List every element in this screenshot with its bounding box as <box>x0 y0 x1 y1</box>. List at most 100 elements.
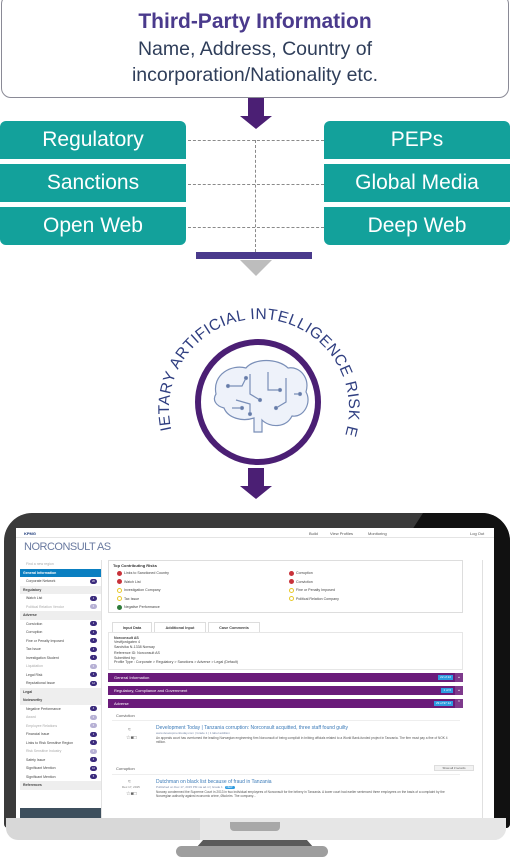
sidebar-item[interactable]: General Information <box>20 568 101 577</box>
gray-arrow-icon <box>240 260 272 276</box>
risk-level-yellow-icon <box>117 587 122 593</box>
info-box-subtitle: Name, Address, Country of incorporation/… <box>2 36 508 88</box>
risk-level-red-icon <box>117 570 122 576</box>
sidebar-item[interactable]: Find a new region <box>20 560 101 569</box>
sidebar-item[interactable]: Reputational Issue 12 <box>20 679 101 688</box>
sidebar-item[interactable]: Watch List 1 <box>20 594 101 603</box>
sidebar-item[interactable]: Legal Risk 1 <box>20 671 101 680</box>
chevron-down-icon[interactable]: ⌄ <box>455 686 463 695</box>
bar-label: Adverse <box>114 701 129 706</box>
sidebar-item[interactable]: Links to Risk Sensitive Region 2 <box>20 739 101 748</box>
sidebar-item-label: Reputational Issue <box>26 681 55 685</box>
count-badge: 1 <box>90 595 97 601</box>
sidebar-item[interactable]: Corporate Network 20 <box>20 577 101 586</box>
risk-item: Fine or Penalty Imposed <box>289 587 335 593</box>
section-general-information[interactable]: General Information 22 of 22 ⌄ <box>108 673 463 682</box>
monitor-notch <box>230 822 280 831</box>
third-party-info-box: Third-Party Information Name, Address, C… <box>1 0 509 98</box>
sidebar-item-label: Significant Mention <box>26 766 56 770</box>
sidebar-item[interactable]: Financial Issue 1 <box>20 730 101 739</box>
count-badge: 0 <box>90 723 97 728</box>
sidebar-item[interactable]: Significant Mention 16 <box>20 764 101 773</box>
sidebar-item-label: Links to Risk Sensitive Region <box>26 740 74 745</box>
article-date: Dec 17, 2015 <box>122 785 140 789</box>
risk-label: Investigation Company <box>124 588 161 592</box>
sidebar-item[interactable]: Conviction 1 <box>20 620 101 629</box>
article-actions-icons[interactable]: ☆■□ <box>126 735 137 741</box>
count-badge: 0 <box>90 714 97 720</box>
sidebar-item-label: Find a new region <box>26 562 54 566</box>
source-global-media: Global Media <box>324 164 510 202</box>
sidebar-item[interactable]: Fine or Penalty Imposed 1 <box>20 637 101 646</box>
tab-input-data[interactable]: Input Data <box>112 622 152 632</box>
count-badge: 4 <box>90 706 97 711</box>
sidebar-item-label: Safety Issue <box>26 757 46 762</box>
sidebar-item[interactable]: Liquidation 0 <box>20 662 101 671</box>
sidebar-item-label: Noteworthy <box>23 698 43 702</box>
count-badge: 0 <box>90 663 97 669</box>
article-item: ≈ ☆■□ Development Today | Tanzania corru… <box>112 720 460 762</box>
nav-view-profiles[interactable]: View Profiles <box>330 531 353 536</box>
risk-item: Corruption <box>289 570 313 576</box>
wifi-icon: ≈ <box>128 727 131 733</box>
logout-link[interactable]: Log Out <box>470 531 484 536</box>
sidebar: Find a new region General Information Corp… <box>20 560 102 818</box>
section-label-conviction: Conviction <box>116 713 135 718</box>
source-peps: PEPs <box>324 121 510 159</box>
collector-bar <box>196 252 312 259</box>
tab-additional-input[interactable]: Additional Input <box>154 622 206 632</box>
chevron-down-icon[interactable]: ⌄ <box>455 673 463 682</box>
tabs: Input Data Additional Input Case Comment… <box>108 622 463 632</box>
sidebar-item[interactable]: Safety Issue 2 <box>20 756 101 765</box>
nav-monitoring[interactable]: Monitoring <box>368 531 387 536</box>
sidebar-item[interactable]: Investigation Student 1 <box>20 654 101 663</box>
show-all-button[interactable]: Show all 3 records <box>434 765 474 771</box>
tab-case-comments[interactable]: Case Comments <box>208 622 260 632</box>
source-deep-web: Deep Web <box>324 207 510 245</box>
sidebar-item[interactable]: Risk Sensitive Industry 0 <box>20 747 101 756</box>
sidebar-item-label: Risk Sensitive Industry <box>26 749 62 753</box>
risk-label: Negative Performance <box>124 605 160 609</box>
new-badge: NEW <box>224 786 235 789</box>
chevron-up-icon[interactable]: ⌃ <box>455 699 463 708</box>
article-actions-icons[interactable]: ☆■□ <box>126 791 137 797</box>
nav-build[interactable]: Build <box>309 531 318 536</box>
section-adverse[interactable]: Adverse 29 of 97 12 ⌃ <box>108 699 463 708</box>
source-sanctions: Sanctions <box>0 164 186 202</box>
arrow-down-icon <box>248 468 264 487</box>
count-badge: 2 <box>90 740 97 745</box>
sidebar-item-label: Adverse <box>23 613 37 617</box>
sidebar-item[interactable]: Negative Performance 4 <box>20 705 101 714</box>
count-badge: 29 of 97 12 <box>433 701 453 706</box>
article-meta: www.developmenttoday.com | Grade 1 | 1 l… <box>156 731 230 735</box>
count-badge: 22 of 22 <box>438 675 453 680</box>
sidebar-item-label: Significant Mention <box>26 774 56 779</box>
source-regulatory: Regulatory <box>0 121 186 159</box>
sidebar-item[interactable]: Corruption 1 <box>20 628 101 637</box>
count-badge: 5 <box>90 774 97 779</box>
section-regulatory[interactable]: Regulatory, Compliance and Government 1 … <box>108 686 463 695</box>
source-open-web: Open Web <box>0 207 186 245</box>
input-profile-type: Profile Type : Corporate > Regulatory > … <box>114 660 238 665</box>
sidebar-item[interactable]: Significant Mention 5 <box>20 773 101 782</box>
brain-circuit-icon <box>213 359 309 433</box>
sidebar-item[interactable]: Political Relation Vendor 0 <box>20 603 101 612</box>
sidebar-item-label: Corruption <box>26 630 43 634</box>
risk-item: Links to Sanctioned Country <box>117 570 169 576</box>
sidebar-item[interactable]: Employee Relations 0 <box>20 722 101 731</box>
sidebar-section: Adverse <box>20 611 101 620</box>
sidebar-item-label: Political Relation Vendor <box>26 604 64 609</box>
section-label-corruption: Corruption <box>116 766 135 771</box>
risk-level-yellow-icon <box>289 596 294 601</box>
arrow-down-icon <box>248 98 264 117</box>
sidebar-item-label: Watch List <box>26 596 43 600</box>
sidebar-item[interactable]: Tax Issue 1 <box>20 645 101 654</box>
article-item: ≈ Dec 17, 2015 ☆■□ Dutchman on black lis… <box>112 774 460 816</box>
risk-item: Tax Issue <box>117 596 139 602</box>
risk-level-yellow-icon <box>289 587 294 593</box>
sidebar-item[interactable]: Award 0 <box>20 713 101 722</box>
sidebar-item-label: Negative Performance <box>26 706 61 711</box>
sidebar-item-label: Legal <box>23 689 33 694</box>
count-badge: 1 <box>90 672 97 677</box>
risk-label: Corruption <box>296 571 313 575</box>
